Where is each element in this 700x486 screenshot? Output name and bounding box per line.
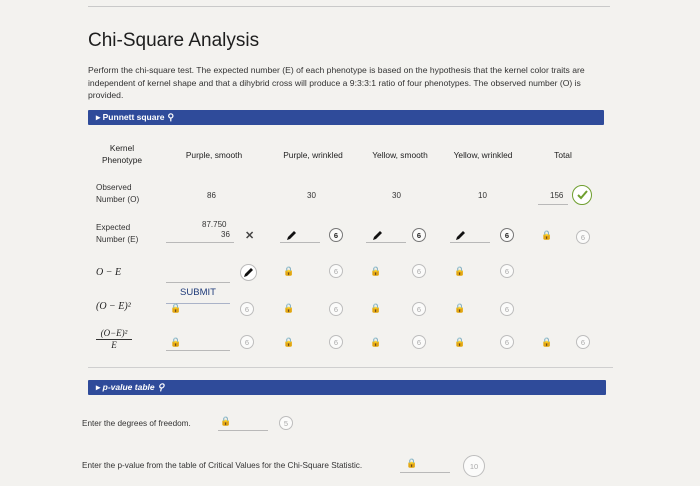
pencil-icon <box>456 231 465 240</box>
badge-6: 6 <box>412 302 426 316</box>
ratio-denominator: E <box>111 340 117 350</box>
lock-icon: 🔒 <box>283 303 295 313</box>
intro-text: Perform the chi-square test. The expecte… <box>88 65 585 100</box>
pvalue-input-underline <box>400 472 450 473</box>
expected-sub: 36 <box>221 230 230 239</box>
lock-icon: 🔒 <box>370 303 382 313</box>
expected-input-underline <box>166 242 234 243</box>
lock-icon: 🔒 <box>283 337 295 347</box>
badge-6: 6 <box>500 302 514 316</box>
hint-icon[interactable]: ⚲ <box>158 382 165 392</box>
pvalue-label: p-value table <box>102 382 155 392</box>
lock-icon: 🔒 <box>454 337 466 347</box>
lock-icon: 🔒 <box>406 458 418 468</box>
lock-icon: 🔒 <box>283 266 295 276</box>
lock-icon: 🔒 <box>370 266 382 276</box>
row-header: Kernel Phenotype <box>101 143 143 165</box>
dof-input-underline <box>218 430 268 431</box>
squared-label: (O − E)² <box>96 301 131 312</box>
badge-6: 6 <box>412 228 426 242</box>
incorrect-x-icon: ✕ <box>245 230 255 242</box>
badge-6: 6 <box>412 264 426 278</box>
ratio-underline <box>166 350 230 351</box>
pvalue-prompt: Enter the p-value from the table of Crit… <box>82 461 363 470</box>
pencil-icon <box>244 268 253 277</box>
badge-6: 6 <box>412 335 426 349</box>
badge-6: 6 <box>500 335 514 349</box>
badge-6: 6 <box>329 264 343 278</box>
caret-right-icon: ▸ <box>96 382 103 392</box>
badge-6: 6 <box>240 335 254 349</box>
dof-badge: 5 <box>279 416 293 430</box>
expected-label: Expected Number (E) <box>96 223 139 244</box>
col-purple-wrinkled: Purple, wrinkled <box>283 150 343 160</box>
observed-total: 156 <box>550 191 564 200</box>
badge-6: 6 <box>240 302 254 316</box>
correct-check-icon <box>572 185 592 205</box>
top-divider <box>88 6 610 7</box>
pencil-icon <box>287 231 296 240</box>
badge-6: 6 <box>500 228 514 242</box>
badge-6: 6 <box>576 230 590 244</box>
lock-icon: 🔒 <box>541 230 553 240</box>
o-minus-e-label: O − E <box>96 267 122 278</box>
pvalue-table-toggle[interactable]: ▸ p-value table ⚲ <box>88 380 606 395</box>
col-yellow-smooth: Yellow, smooth <box>372 150 428 160</box>
col-total: Total <box>554 150 572 160</box>
o-minus-e-input[interactable] <box>166 262 230 283</box>
pencil-icon <box>373 231 382 240</box>
submit-button[interactable]: SUBMIT <box>166 282 230 304</box>
observed-yellow-smooth: 30 <box>392 191 401 200</box>
lock-icon: 🔒 <box>170 303 182 313</box>
badge-6: 6 <box>329 228 343 242</box>
lock-icon: 🔒 <box>454 303 466 313</box>
badge-6: 6 <box>329 302 343 316</box>
col-yellow-wrinkled: Yellow, wrinkled <box>453 150 513 160</box>
edit-button[interactable] <box>240 264 257 281</box>
lock-icon: 🔒 <box>220 416 232 426</box>
hint-icon[interactable]: ⚲ <box>168 112 175 122</box>
col-purple-smooth: Purple, smooth <box>185 150 243 160</box>
punnett-square-toggle[interactable]: ▸ Punnett square ⚲ <box>88 110 604 125</box>
badge-6: 6 <box>500 264 514 278</box>
dof-prompt: Enter the degrees of freedom. <box>82 419 191 428</box>
expected-purple-smooth: 87.750 <box>202 220 227 229</box>
lock-icon: 🔒 <box>454 266 466 276</box>
observed-yellow-wrinkled: 10 <box>478 191 487 200</box>
observed-label: Observed Number (O) <box>96 183 140 204</box>
section-divider <box>88 367 613 368</box>
lock-icon: 🔒 <box>370 337 382 347</box>
lock-icon: 🔒 <box>170 337 182 347</box>
ratio-label: (O−E)² E <box>96 328 132 351</box>
ratio-numerator: (O−E)² <box>96 328 132 340</box>
caret-right-icon: ▸ <box>96 112 103 122</box>
observed-purple-wrinkled: 30 <box>307 191 316 200</box>
lock-icon: 🔒 <box>541 337 553 347</box>
total-underline <box>538 204 568 205</box>
page-title: Chi-Square Analysis <box>88 30 260 51</box>
badge-6: 6 <box>329 335 343 349</box>
observed-purple-smooth: 86 <box>207 191 216 200</box>
punnett-label: Punnett square <box>102 112 165 122</box>
badge-6: 6 <box>576 335 590 349</box>
pvalue-badge: 10 <box>463 455 485 477</box>
